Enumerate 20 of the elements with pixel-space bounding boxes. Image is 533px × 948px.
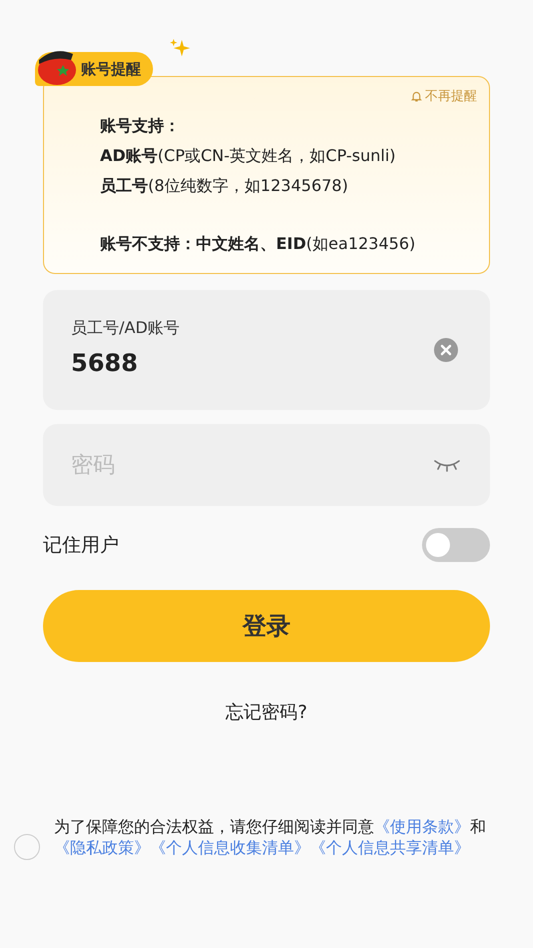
account-field[interactable]: 员工号/AD账号 5688	[43, 290, 490, 410]
login-button[interactable]: 登录	[43, 590, 490, 662]
notice-badge: 账号提醒	[35, 52, 153, 86]
agreement-text: 为了保障您的合法权益，请您仔细阅读并同意《使用条款》和 《隐私政策》《个人信息收集清单》《个人信息共享清单》	[54, 816, 487, 858]
policy-link[interactable]: 《使用条款》	[374, 817, 470, 836]
notice-line: AD账号(CP或CN-英文姓名，如CP-sunli)	[100, 145, 397, 167]
remember-toggle[interactable]	[422, 528, 490, 562]
bell-icon	[410, 90, 423, 102]
notice-heading: 账号支持：	[100, 115, 181, 137]
remember-label: 记住用户	[43, 533, 119, 558]
notice-line: 员工号(8位纯数字，如12345678)	[100, 175, 350, 197]
clear-icon[interactable]	[434, 338, 458, 362]
policy-link[interactable]: 《隐私政策》	[54, 838, 150, 857]
agree-checkbox[interactable]	[14, 834, 40, 860]
notice-line: 账号不支持：中文姓名、EID(如ea123456)	[100, 233, 416, 255]
dismiss-button[interactable]: 不再提醒	[410, 87, 477, 105]
policy-link[interactable]: 《个人信息收集清单》	[150, 838, 310, 857]
closed-eye-icon[interactable]	[434, 458, 460, 472]
forgot-password-link[interactable]: 忘记密码?	[226, 700, 308, 724]
policy-link[interactable]: 《个人信息共享清单》	[310, 838, 470, 857]
